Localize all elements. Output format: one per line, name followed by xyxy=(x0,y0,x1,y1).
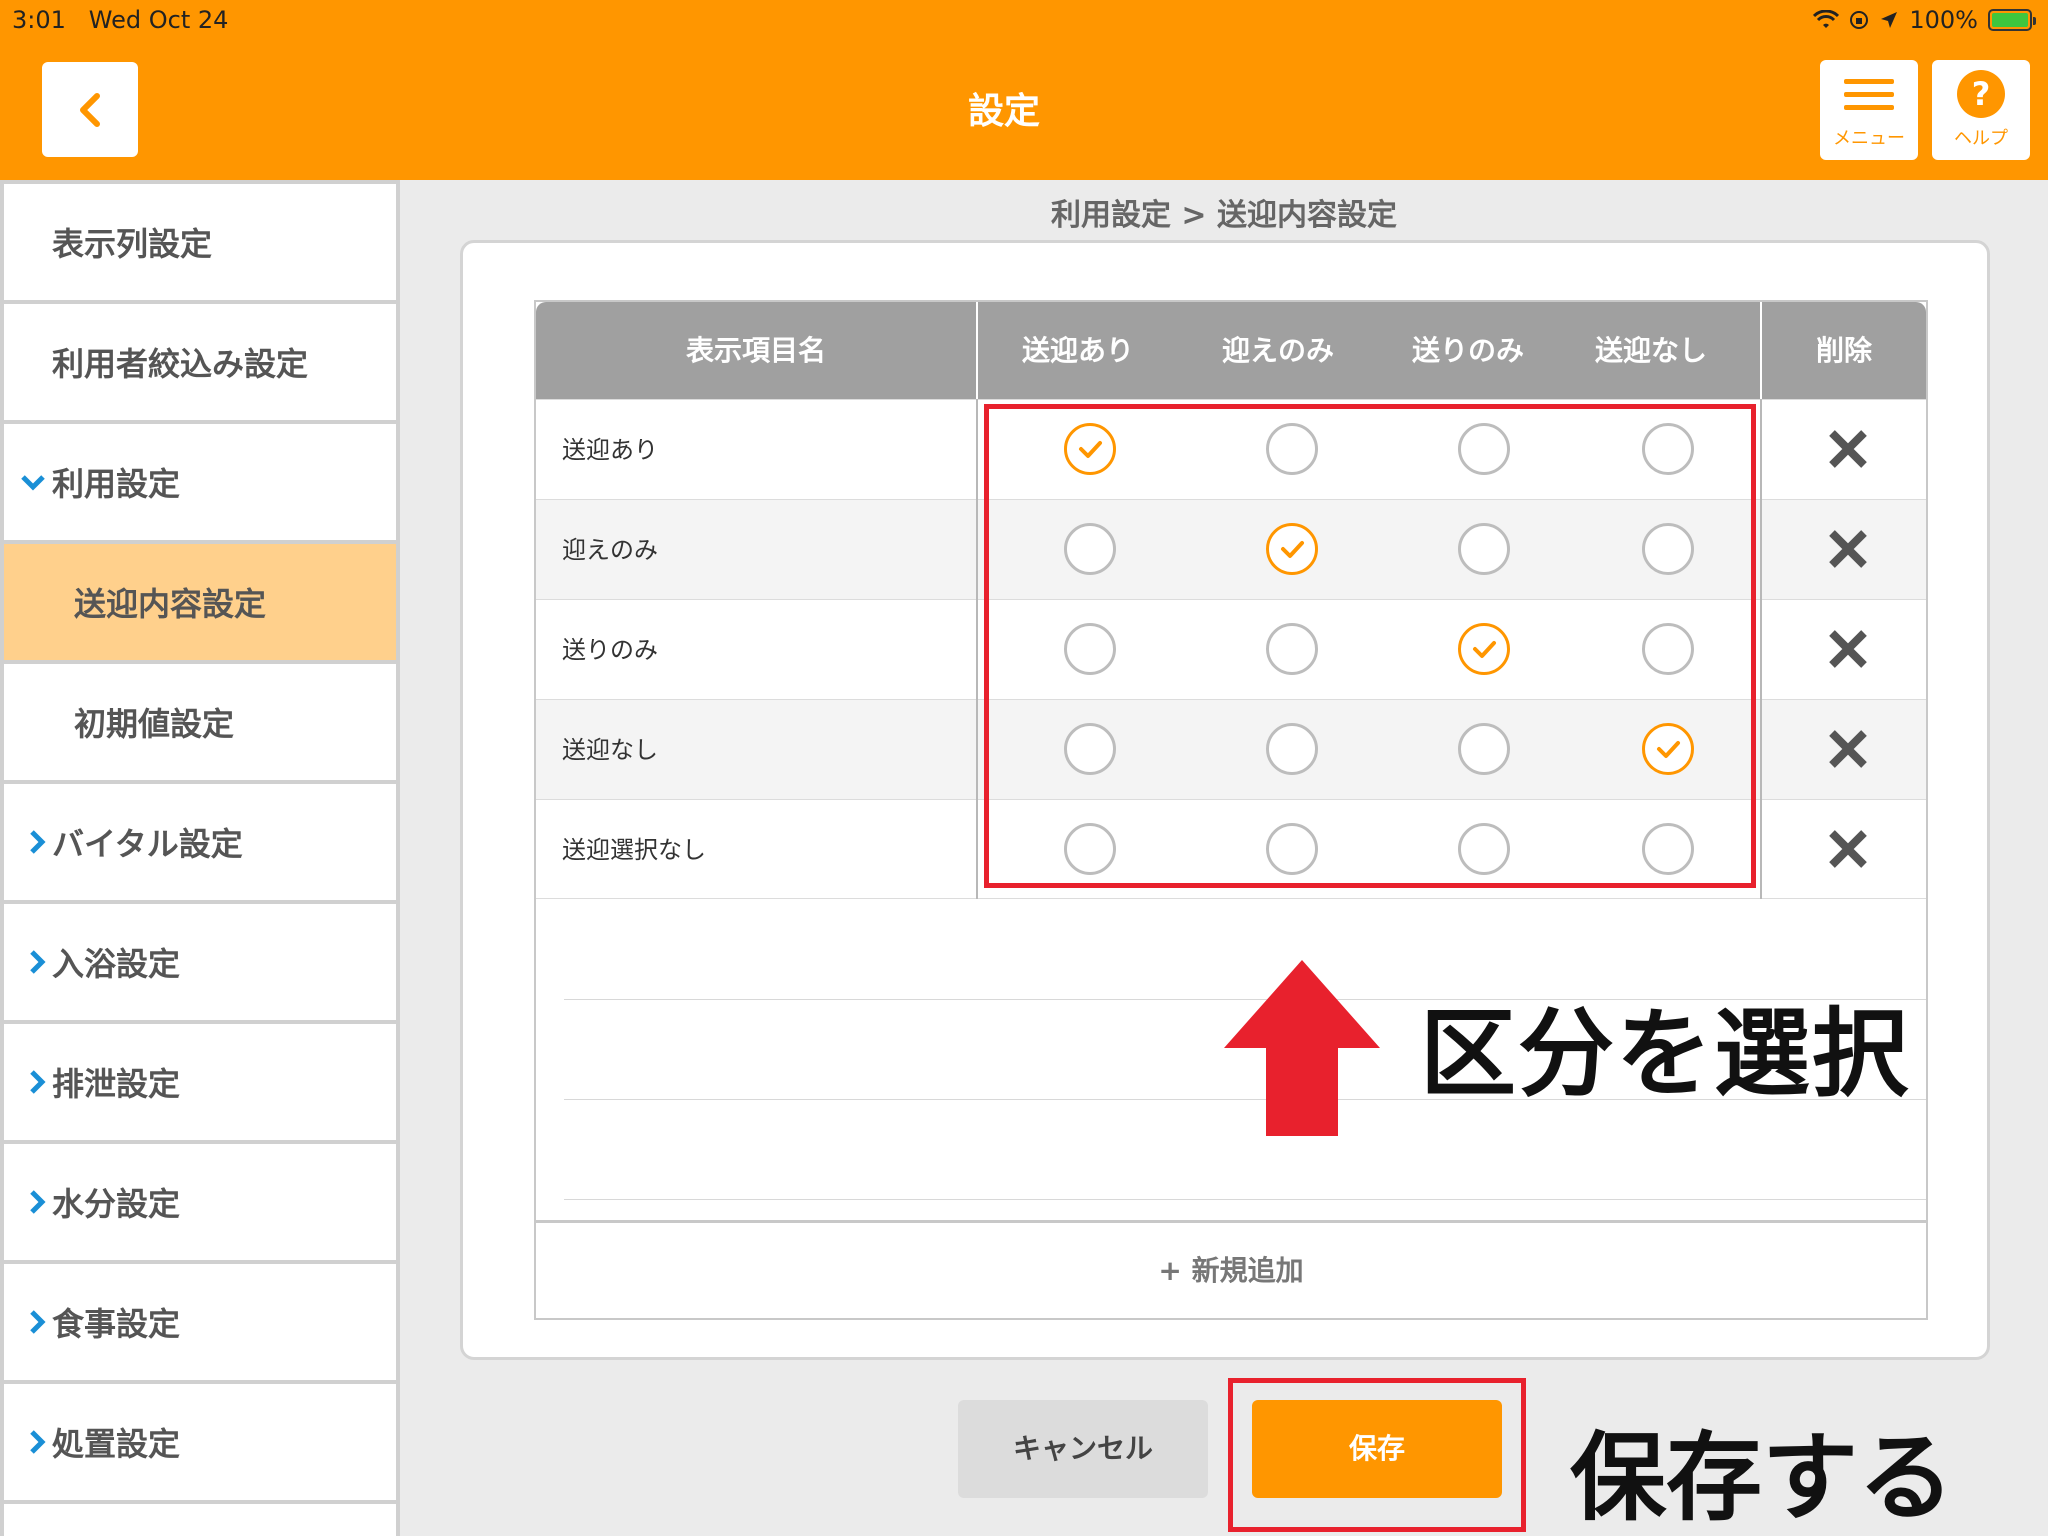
battery-icon xyxy=(1988,9,2036,31)
header-pickup-dropoff: 送迎あり xyxy=(1021,334,1134,367)
delete-icon[interactable] xyxy=(1826,627,1870,671)
breadcrumb: 利用設定 > 送迎内容設定 xyxy=(1050,198,1398,233)
sidebar-item-vital[interactable]: バイタル設定 xyxy=(4,784,396,900)
help-icon: ? xyxy=(1957,70,2005,118)
row-name: 送りのみ xyxy=(562,636,658,664)
row-name: 迎えのみ xyxy=(562,536,658,564)
status-time: 3:01 xyxy=(12,6,66,34)
menu-button-label: メニュー xyxy=(1833,127,1905,149)
menu-button[interactable]: メニュー xyxy=(1820,60,1918,160)
sidebar-item-label: 排泄設定 xyxy=(52,1065,181,1103)
sidebar-item-bathing[interactable]: 入浴設定 xyxy=(4,904,396,1020)
chevron-right-icon xyxy=(4,1189,52,1215)
chevron-right-icon xyxy=(4,829,52,855)
sidebar-item-hydration[interactable]: 水分設定 xyxy=(4,1144,396,1260)
header-pickup-only: 迎えのみ xyxy=(1221,334,1334,367)
help-button[interactable]: ? ヘルプ xyxy=(1932,60,2030,160)
header-item-name: 表示項目名 xyxy=(685,334,826,367)
battery-percent: 100% xyxy=(1909,6,1978,34)
sidebar-item-meal[interactable]: 食事設定 xyxy=(4,1264,396,1380)
selection-highlight-box xyxy=(984,404,1756,888)
app-header: 3:01 Wed Oct 24 100% 設定 メニュー ? ヘルプ xyxy=(0,0,2048,180)
sidebar-item-user-filter[interactable]: 利用者絞込み設定 xyxy=(4,304,396,420)
delete-icon[interactable] xyxy=(1826,827,1870,871)
sidebar-item-label: 食事設定 xyxy=(52,1305,181,1343)
empty-row-line xyxy=(564,1199,1926,1200)
sidebar-item-transport-content[interactable]: 送迎内容設定 xyxy=(4,544,396,660)
delete-icon[interactable] xyxy=(1826,727,1870,771)
delete-icon[interactable] xyxy=(1826,427,1870,471)
sidebar-item-label: 表示列設定 xyxy=(52,225,213,263)
sidebar-item-treatment[interactable]: 処置設定 xyxy=(4,1384,396,1500)
header-dropoff-only: 送りのみ xyxy=(1411,334,1524,367)
column-divider xyxy=(976,399,978,899)
status-date: Wed Oct 24 xyxy=(88,6,229,34)
status-bar-left: 3:01 Wed Oct 24 xyxy=(12,6,228,34)
cancel-button[interactable]: キャンセル xyxy=(958,1400,1208,1498)
status-bar-right: 100% xyxy=(1813,6,2036,34)
sidebar-item-label: 利用設定 xyxy=(52,465,181,503)
sidebar-item-label: 水分設定 xyxy=(52,1185,181,1223)
chevron-right-icon xyxy=(4,1069,52,1095)
add-new-button[interactable]: + 新規追加 xyxy=(536,1223,1926,1318)
sidebar-item-partial xyxy=(4,1504,396,1536)
up-arrow-icon xyxy=(1224,960,1380,1136)
column-divider xyxy=(1760,399,1762,899)
save-highlight-box xyxy=(1228,1378,1526,1532)
chevron-down-icon xyxy=(4,473,52,491)
header-no-transport: 送迎なし xyxy=(1594,334,1707,367)
app-root: 3:01 Wed Oct 24 100% 設定 メニュー ? ヘルプ 表示列設定 xyxy=(0,0,2048,1536)
chevron-right-icon xyxy=(4,1429,52,1455)
header-delete: 削除 xyxy=(1815,334,1872,367)
annotation-select-category: 区分を選択 xyxy=(1420,998,1910,1110)
sidebar-item-initial-values[interactable]: 初期値設定 xyxy=(4,664,396,780)
hamburger-icon xyxy=(1844,71,1894,118)
sidebar-item-label: 処置設定 xyxy=(52,1425,181,1463)
row-name: 送迎あり xyxy=(562,436,658,464)
location-icon xyxy=(1881,12,1898,28)
wifi-icon xyxy=(1813,10,1840,28)
sidebar-item-label: 利用者絞込み設定 xyxy=(52,345,309,383)
delete-icon[interactable] xyxy=(1826,527,1870,571)
sidebar: 表示列設定 利用者絞込み設定 利用設定 送迎内容設定 初期値設定 バイタル設定 … xyxy=(0,180,400,1536)
sidebar-item-usage-settings[interactable]: 利用設定 xyxy=(4,424,396,540)
row-name: 送迎選択なし xyxy=(562,836,706,864)
annotation-save: 保存する xyxy=(1570,1422,1954,1534)
sidebar-item-display-columns[interactable]: 表示列設定 xyxy=(4,184,396,300)
row-name: 送迎なし xyxy=(562,736,658,764)
chevron-right-icon xyxy=(4,1309,52,1335)
sidebar-item-label: 入浴設定 xyxy=(52,945,181,983)
table-header: 表示項目名 送迎あり 迎えのみ 送りのみ 送迎なし 削除 xyxy=(536,302,1926,399)
help-button-label: ヘルプ xyxy=(1954,128,2008,149)
sidebar-item-label: バイタル設定 xyxy=(52,825,243,863)
chevron-right-icon xyxy=(4,949,52,975)
page-title: 設定 xyxy=(967,91,1040,132)
sidebar-item-label: 初期値設定 xyxy=(74,705,235,743)
sidebar-item-excretion[interactable]: 排泄設定 xyxy=(4,1024,396,1140)
orientation-lock-icon xyxy=(1850,11,1869,29)
sidebar-item-label: 送迎内容設定 xyxy=(74,585,267,623)
